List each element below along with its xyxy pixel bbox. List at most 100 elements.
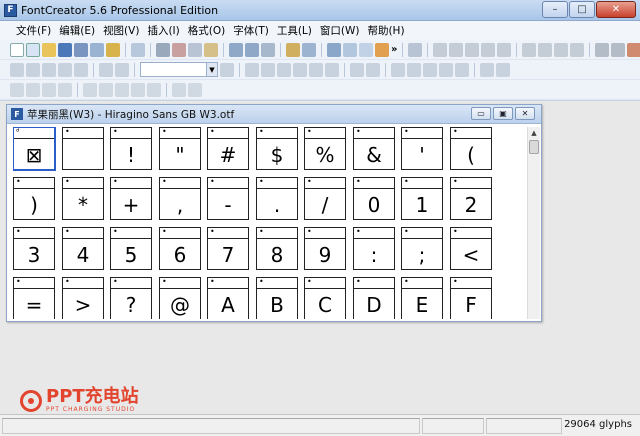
line-icon[interactable] <box>293 62 307 77</box>
glyph-cell[interactable]: •? <box>110 277 152 319</box>
copy-icon[interactable] <box>188 42 202 57</box>
merge-icon[interactable] <box>455 62 469 77</box>
glyph-cell[interactable]: • & <box>353 127 395 170</box>
view-icon[interactable] <box>10 82 24 97</box>
glyph-cell[interactable]: • 9 <box>304 227 346 270</box>
view-glyphs-icon[interactable] <box>26 82 40 97</box>
glyph-cell[interactable]: • @ <box>159 277 201 319</box>
node-icon[interactable] <box>465 42 480 57</box>
glyph-cell[interactable]: • E <box>401 277 443 319</box>
close-button[interactable]: ✕ <box>596 1 636 18</box>
table-icon[interactable] <box>391 62 405 77</box>
unicode-icon[interactable] <box>115 82 129 97</box>
glyph-cell[interactable]: • 6 <box>159 227 201 270</box>
menu-insert[interactable]: 插入(I) <box>143 23 183 38</box>
paste-icon[interactable] <box>204 42 218 57</box>
codepage-icon[interactable] <box>131 82 145 97</box>
open-folder-icon[interactable] <box>42 42 56 57</box>
glyph-cell[interactable]: • D <box>353 277 395 319</box>
color-icon[interactable] <box>627 42 640 57</box>
glyph-cell[interactable]: •. <box>256 177 298 220</box>
lasso-icon[interactable] <box>26 62 40 77</box>
validate-icon[interactable] <box>375 42 389 57</box>
guidelines-icon[interactable] <box>245 62 259 77</box>
undo-icon[interactable] <box>229 42 243 57</box>
cell-info-icon[interactable] <box>188 82 202 97</box>
shape-icon[interactable] <box>325 62 339 77</box>
export-icon[interactable] <box>90 42 104 57</box>
glyph-cell[interactable]: • <box>62 127 104 170</box>
glyph-cell[interactable]: •( <box>450 127 492 170</box>
mapping-icon[interactable] <box>147 82 161 97</box>
glyph-cell[interactable]: • 2 <box>450 177 492 220</box>
curve-icon[interactable] <box>481 42 496 57</box>
glyph-cell[interactable]: • / <box>304 177 346 220</box>
glyph-cell[interactable]: • F <box>450 277 492 319</box>
glyph-cell[interactable]: • 5 <box>110 227 152 270</box>
metrics-icon[interactable] <box>327 42 341 57</box>
pencil-icon[interactable] <box>74 62 88 77</box>
points-icon[interactable] <box>496 62 510 77</box>
font-window-maximize-button[interactable]: ▣ <box>493 107 513 120</box>
glyph-cell[interactable]: • = <box>13 277 55 319</box>
scroll-thumb[interactable] <box>529 140 539 154</box>
menu-file[interactable]: 文件(F) <box>12 23 55 38</box>
toolbar-overflow-icon[interactable]: » <box>391 44 397 55</box>
glyph-cell[interactable]: •, <box>159 177 201 220</box>
maximize-button[interactable]: □ <box>569 1 595 18</box>
cell-size-icon[interactable] <box>172 82 186 97</box>
cells-icon[interactable] <box>407 62 421 77</box>
skew-icon[interactable] <box>570 42 585 57</box>
glyph-cell[interactable]: • ' <box>401 127 443 170</box>
rotate-icon[interactable] <box>538 42 553 57</box>
frame-icon[interactable] <box>366 62 380 77</box>
filter-icon[interactable] <box>83 82 97 97</box>
glyph-cell[interactable]: • $ <box>256 127 298 170</box>
glyph-cell[interactable]: • 1 <box>401 177 443 220</box>
menu-tools[interactable]: 工具(L) <box>273 23 316 38</box>
menu-help[interactable]: 帮助(H) <box>363 23 408 38</box>
glyph-cell[interactable]: •! <box>110 127 152 170</box>
find-icon[interactable] <box>156 42 170 57</box>
image-icon[interactable] <box>277 62 291 77</box>
glyph-cell[interactable]: •: <box>353 227 395 270</box>
chevron-down-icon[interactable]: ▼ <box>206 63 217 76</box>
insert-glyph-icon[interactable] <box>302 42 316 57</box>
menu-view[interactable]: 视图(V) <box>99 23 143 38</box>
glyph-cell[interactable]: • 8 <box>256 227 298 270</box>
save-all-icon[interactable] <box>74 42 88 57</box>
pen-icon[interactable] <box>433 42 448 57</box>
ungroup-icon[interactable] <box>611 42 626 57</box>
kerning-icon[interactable] <box>343 42 357 57</box>
glyph-cell[interactable]: •; <box>401 227 443 270</box>
minimize-button[interactable]: – <box>542 1 568 18</box>
menu-edit[interactable]: 编辑(E) <box>55 23 99 38</box>
glyph-cell[interactable]: • + <box>110 177 152 220</box>
glyph-cell[interactable]: • # <box>207 127 249 170</box>
view-list-icon[interactable] <box>58 82 72 97</box>
transform-icon[interactable] <box>480 62 494 77</box>
zoom-combo[interactable]: ▼ <box>140 62 218 77</box>
glyph-cell[interactable]: • " <box>159 127 201 170</box>
glyph-cell[interactable]: ᵈ ⊠ <box>13 127 56 171</box>
font-window-minimize-button[interactable]: ▭ <box>471 107 491 120</box>
redo-icon[interactable] <box>245 42 259 57</box>
glyph-properties-icon[interactable] <box>286 42 300 57</box>
glyph-cell[interactable]: • - <box>207 177 249 220</box>
menu-format[interactable]: 格式(O) <box>184 23 229 38</box>
glyph-cell[interactable]: • 0 <box>353 177 395 220</box>
glyph-cell[interactable]: • 4 <box>62 227 104 270</box>
vertical-scrollbar[interactable]: ▲ <box>527 127 540 319</box>
group-icon[interactable] <box>595 42 610 57</box>
eraser-icon[interactable] <box>449 42 464 57</box>
contour-icon[interactable] <box>497 42 512 57</box>
test-font-icon[interactable] <box>359 42 373 57</box>
zoom-out-icon[interactable] <box>115 62 129 77</box>
glyph-cell[interactable]: • B <box>256 277 298 319</box>
preview-icon[interactable] <box>261 62 275 77</box>
folder-icon[interactable] <box>106 42 120 57</box>
glyph-cell[interactable]: • > <box>62 277 104 319</box>
grid-icon[interactable] <box>220 62 234 77</box>
sort-icon[interactable] <box>99 82 113 97</box>
glyph-cell[interactable]: • C <box>304 277 346 319</box>
